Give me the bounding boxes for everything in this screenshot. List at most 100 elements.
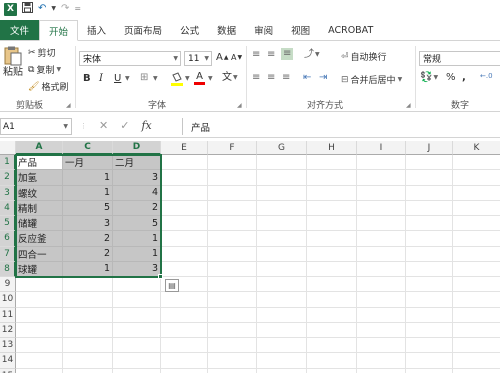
cell[interactable]: 1 [63, 185, 113, 201]
cell[interactable] [357, 322, 406, 338]
cell[interactable] [406, 185, 453, 201]
cell[interactable]: 球罐 [16, 261, 63, 277]
cell[interactable] [113, 338, 161, 354]
cell[interactable] [307, 353, 357, 369]
cell[interactable]: 产品 [16, 155, 63, 171]
cell[interactable]: 储罐 [16, 216, 63, 232]
cell[interactable] [453, 323, 500, 338]
save-icon[interactable] [22, 2, 33, 16]
cell[interactable]: 二月 [113, 155, 161, 171]
cell[interactable]: 2 [113, 200, 161, 216]
redo-icon[interactable]: ↷ [61, 4, 69, 14]
cell[interactable]: 反应釜 [16, 231, 63, 247]
row-header[interactable]: 7 [0, 246, 16, 262]
cell[interactable] [113, 277, 161, 293]
cell[interactable] [453, 231, 500, 247]
cell[interactable] [406, 246, 453, 262]
cell[interactable] [113, 307, 161, 323]
align-top-icon[interactable]: ≡ [252, 50, 260, 60]
row-header[interactable]: 2 [0, 170, 16, 186]
cell[interactable] [257, 170, 307, 186]
cell[interactable] [208, 155, 257, 171]
percent-button[interactable]: % [446, 73, 456, 83]
row-header[interactable]: 6 [0, 231, 16, 247]
cell[interactable] [63, 338, 113, 354]
cell[interactable]: 精制 [16, 200, 63, 216]
cell[interactable] [208, 322, 257, 338]
cell[interactable] [16, 277, 63, 293]
align-left-icon[interactable]: ≡ [252, 73, 260, 83]
format-painter-button[interactable]: 🖌 格式刷 [28, 80, 68, 94]
column-header[interactable]: E [161, 141, 208, 155]
italic-button[interactable]: I [99, 74, 103, 84]
cell[interactable] [453, 201, 500, 216]
tab-insert[interactable]: 插入 [78, 20, 115, 40]
cell[interactable]: 3 [113, 170, 161, 186]
formula-input[interactable]: 产品 [182, 118, 500, 135]
cell[interactable] [357, 200, 406, 216]
cell[interactable] [406, 277, 453, 293]
cell[interactable] [16, 292, 63, 308]
cut-button[interactable]: ✂ 剪切 [28, 46, 56, 60]
cell[interactable] [406, 170, 453, 186]
cell[interactable] [406, 307, 453, 323]
cell[interactable] [357, 246, 406, 262]
cell[interactable]: 1 [63, 170, 113, 186]
cell[interactable] [307, 261, 357, 277]
cell[interactable] [357, 292, 406, 308]
cell[interactable] [406, 200, 453, 216]
cell[interactable] [63, 307, 113, 323]
align-bottom-icon[interactable]: ≡ [281, 48, 294, 60]
cell[interactable] [453, 216, 500, 232]
font-launcher-icon[interactable]: ◢ [237, 102, 242, 109]
row-header[interactable]: 5 [0, 216, 16, 232]
cell[interactable] [357, 338, 406, 354]
insert-function-button[interactable]: fx [141, 119, 151, 132]
cell[interactable] [453, 338, 500, 354]
align-center-icon[interactable]: ≡ [267, 73, 275, 83]
cell[interactable] [113, 353, 161, 369]
tab-formulas[interactable]: 公式 [171, 20, 208, 40]
cell[interactable] [208, 200, 257, 216]
number-format-select[interactable]: 常规 [419, 51, 500, 66]
cell[interactable] [208, 246, 257, 262]
cell[interactable]: 1 [113, 246, 161, 262]
tab-view[interactable]: 视图 [282, 20, 319, 40]
cell[interactable] [307, 216, 357, 232]
column-header[interactable]: G [257, 141, 307, 155]
cell[interactable]: 5 [113, 216, 161, 232]
cell[interactable] [161, 185, 208, 201]
column-header[interactable]: J [406, 141, 453, 155]
cell[interactable] [257, 307, 307, 323]
cell[interactable] [208, 292, 257, 308]
cell[interactable] [357, 185, 406, 201]
cell[interactable] [63, 368, 113, 373]
cell[interactable] [357, 170, 406, 186]
cell[interactable]: 1 [63, 261, 113, 277]
cell[interactable] [307, 231, 357, 247]
cell[interactable] [208, 353, 257, 369]
column-header[interactable]: K [453, 141, 500, 155]
cell[interactable] [257, 292, 307, 308]
row-header[interactable]: 12 [0, 322, 16, 338]
cell[interactable] [161, 155, 208, 171]
cell[interactable] [208, 185, 257, 201]
cell[interactable] [208, 170, 257, 186]
cell[interactable] [63, 353, 113, 369]
cell[interactable] [357, 216, 406, 232]
cell[interactable] [257, 246, 307, 262]
cell[interactable] [16, 338, 63, 354]
underline-button[interactable]: U [114, 74, 121, 84]
cell[interactable] [406, 338, 453, 354]
cell[interactable] [16, 307, 63, 323]
chevron-down-icon[interactable]: ▼ [185, 76, 190, 82]
cell[interactable] [307, 338, 357, 354]
cell[interactable] [357, 368, 406, 373]
column-header[interactable]: I [357, 141, 406, 155]
cell[interactable] [208, 231, 257, 247]
cell[interactable] [307, 277, 357, 293]
cell[interactable]: 加氢 [16, 170, 63, 186]
cell[interactable]: 2 [63, 246, 113, 262]
cell[interactable]: 2 [63, 231, 113, 247]
cell[interactable] [453, 277, 500, 293]
